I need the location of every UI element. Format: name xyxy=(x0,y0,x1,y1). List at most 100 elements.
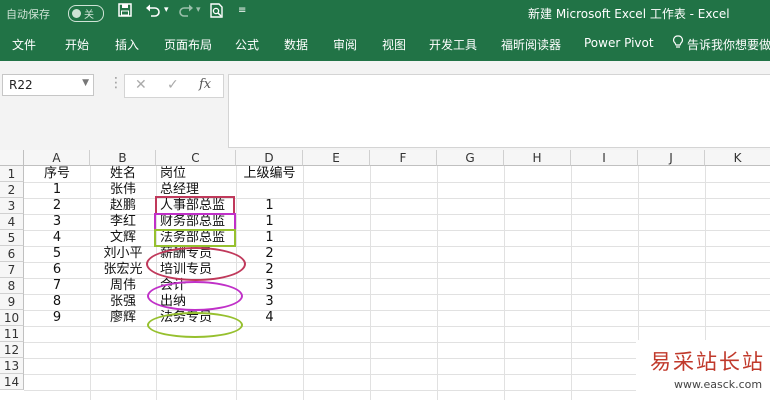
cell-d4[interactable]: 1 xyxy=(236,214,303,230)
print-preview-icon[interactable] xyxy=(210,3,224,22)
row-header-2[interactable]: 2 xyxy=(0,182,24,198)
cell-b8[interactable]: 周伟 xyxy=(90,278,156,294)
column-header-d[interactable]: D xyxy=(236,150,303,166)
insert-function-icon[interactable]: fx xyxy=(199,77,211,92)
cell-d3[interactable]: 1 xyxy=(236,198,303,214)
row-header-13[interactable]: 13 xyxy=(0,358,24,374)
lightbulb-icon xyxy=(673,35,683,52)
tab-home[interactable]: 开始 xyxy=(65,36,89,53)
ribbon-tabs: 文件 开始 插入 页面布局 公式 数据 审阅 视图 开发工具 福昕阅读器 Pow… xyxy=(0,27,770,61)
cell-a8[interactable]: 7 xyxy=(24,278,90,294)
autosave-toggle[interactable]: 关 xyxy=(68,5,104,22)
tab-review[interactable]: 审阅 xyxy=(333,36,357,53)
row-header-8[interactable]: 8 xyxy=(0,278,24,294)
toggle-knob xyxy=(72,9,81,18)
row-header-3[interactable]: 3 xyxy=(0,198,24,214)
row-header-6[interactable]: 6 xyxy=(0,246,24,262)
chevron-down-icon[interactable]: ▼ xyxy=(82,78,89,88)
cell-a3[interactable]: 2 xyxy=(24,198,90,214)
gridline xyxy=(303,166,304,400)
annotation-ellipse-finance xyxy=(147,281,243,311)
row-header-9[interactable]: 9 xyxy=(0,294,24,310)
column-header-k[interactable]: K xyxy=(705,150,770,166)
cell-d7[interactable]: 2 xyxy=(236,262,303,278)
cell-a1[interactable]: 序号 xyxy=(24,166,90,182)
annotation-box-legal xyxy=(154,229,236,247)
row-header-11[interactable]: 11 xyxy=(0,326,24,342)
cell-b5[interactable]: 文辉 xyxy=(90,230,156,246)
drag-handle-icon[interactable]: ⋮ xyxy=(109,75,123,91)
gridline xyxy=(571,166,572,400)
cell-d6[interactable]: 2 xyxy=(236,246,303,262)
tab-data[interactable]: 数据 xyxy=(284,36,308,53)
gridline xyxy=(504,166,505,400)
cell-d5[interactable]: 1 xyxy=(236,230,303,246)
cell-d10[interactable]: 4 xyxy=(236,310,303,326)
row-header-5[interactable]: 5 xyxy=(0,230,24,246)
gridline xyxy=(24,326,770,327)
cell-d2[interactable] xyxy=(236,182,303,198)
cell-b2[interactable]: 张伟 xyxy=(90,182,156,198)
undo-dropdown-icon[interactable]: ▾ xyxy=(164,5,169,15)
undo-icon[interactable] xyxy=(145,3,161,21)
tab-file[interactable]: 文件 xyxy=(12,36,36,53)
cancel-icon[interactable]: ✕ xyxy=(135,77,147,93)
cell-a6[interactable]: 5 xyxy=(24,246,90,262)
name-box[interactable]: R22 ▼ xyxy=(2,74,94,96)
annotation-ellipse-legal xyxy=(147,312,243,338)
cell-b3[interactable]: 赵鹏 xyxy=(90,198,156,214)
tab-page-layout[interactable]: 页面布局 xyxy=(164,36,212,53)
row-header-4[interactable]: 4 xyxy=(0,214,24,230)
column-header-f[interactable]: F xyxy=(370,150,437,166)
row-header-7[interactable]: 7 xyxy=(0,262,24,278)
cell-d9[interactable]: 3 xyxy=(236,294,303,310)
row-header-10[interactable]: 10 xyxy=(0,310,24,326)
cell-d8[interactable]: 3 xyxy=(236,278,303,294)
tab-insert[interactable]: 插入 xyxy=(115,36,139,53)
column-header-g[interactable]: G xyxy=(437,150,504,166)
tab-developer[interactable]: 开发工具 xyxy=(429,36,477,53)
cell-c1[interactable]: 岗位 xyxy=(160,166,236,182)
cell-a5[interactable]: 4 xyxy=(24,230,90,246)
column-header-h[interactable]: H xyxy=(504,150,571,166)
window-title: 新建 Microsoft Excel 工作表 - Excel xyxy=(528,7,730,21)
watermark-title: 易采站长站 xyxy=(650,350,765,374)
watermark: 易采站长站 www.easck.com xyxy=(636,340,770,400)
annotation-ellipse-hr xyxy=(146,247,246,281)
column-header-b[interactable]: B xyxy=(90,150,156,166)
column-header-j[interactable]: J xyxy=(638,150,705,166)
row-header-1[interactable]: 1 xyxy=(0,166,24,182)
cell-a7[interactable]: 6 xyxy=(24,262,90,278)
customize-toolbar-icon[interactable]: ≡ xyxy=(238,5,246,16)
row-header-14[interactable]: 14 xyxy=(0,374,24,390)
cell-d1[interactable]: 上级编号 xyxy=(236,166,303,182)
row-header-12[interactable]: 12 xyxy=(0,342,24,358)
autosave-state: 关 xyxy=(84,10,94,21)
formula-panel: R22 ▼ ⋮ ✕ ✓ fx xyxy=(0,61,770,150)
column-header-e[interactable]: E xyxy=(303,150,370,166)
cell-b4[interactable]: 李红 xyxy=(90,214,156,230)
column-header-a[interactable]: A xyxy=(24,150,90,166)
gridline xyxy=(370,166,371,400)
redo-icon[interactable] xyxy=(178,3,194,21)
title-bar: 自动保存 关 ▾ ▾ ≡ 新建 Microsoft Excel 工作表 - Ex… xyxy=(0,0,770,27)
tab-power-pivot[interactable]: Power Pivot xyxy=(584,36,654,50)
tab-view[interactable]: 视图 xyxy=(382,36,406,53)
tab-formulas[interactable]: 公式 xyxy=(235,36,259,53)
cell-a10[interactable]: 9 xyxy=(24,310,90,326)
gridline xyxy=(437,166,438,400)
save-icon[interactable] xyxy=(118,3,132,21)
formula-input[interactable] xyxy=(228,74,770,148)
tell-me-box[interactable]: 告诉我你想要做什 xyxy=(687,36,770,53)
cell-b1[interactable]: 姓名 xyxy=(90,166,156,182)
tab-foxit-reader[interactable]: 福昕阅读器 xyxy=(501,36,561,53)
redo-dropdown-icon[interactable]: ▾ xyxy=(196,5,201,15)
enter-icon[interactable]: ✓ xyxy=(167,77,179,93)
column-header-c[interactable]: C xyxy=(156,150,236,166)
cell-a2[interactable]: 1 xyxy=(24,182,90,198)
formula-buttons: ✕ ✓ fx xyxy=(124,74,224,98)
column-header-i[interactable]: I xyxy=(571,150,638,166)
cell-a4[interactable]: 3 xyxy=(24,214,90,230)
cell-a9[interactable]: 8 xyxy=(24,294,90,310)
select-all-corner[interactable] xyxy=(0,150,24,166)
